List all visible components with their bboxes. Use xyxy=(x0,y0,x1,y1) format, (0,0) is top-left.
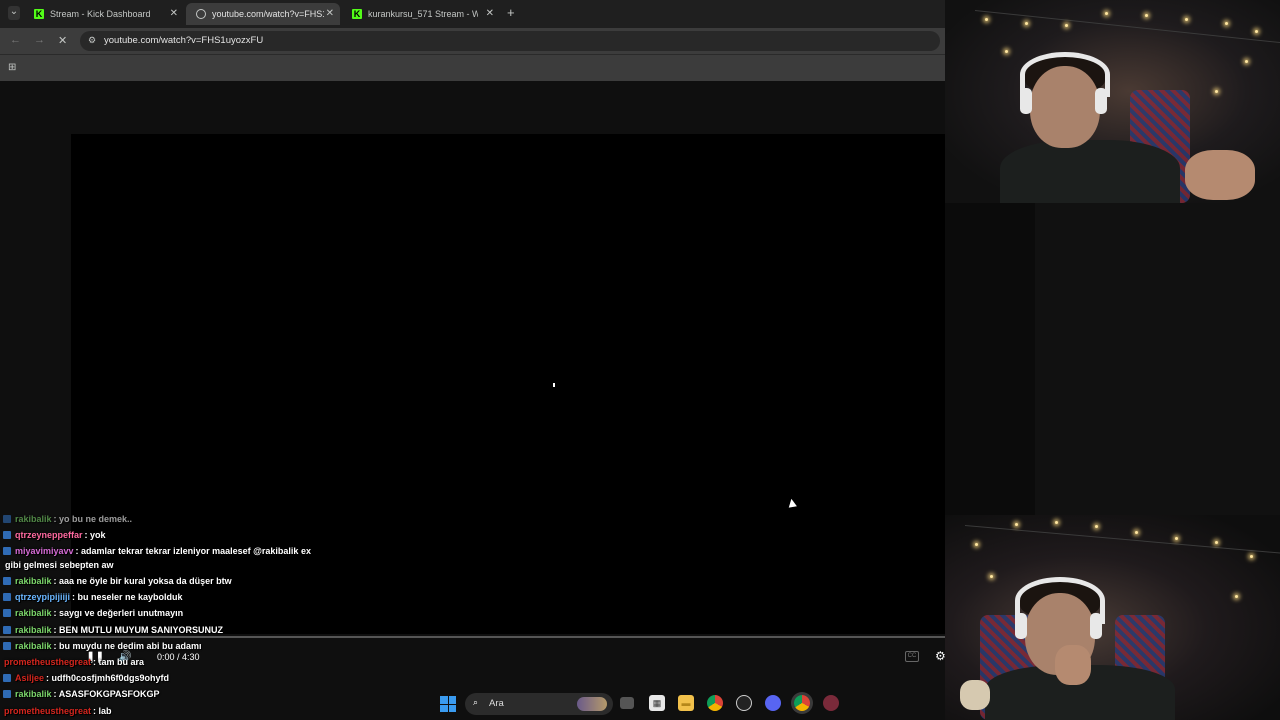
video-progress-bar[interactable] xyxy=(0,636,945,638)
badge-icon xyxy=(3,626,11,634)
store-icon[interactable]: ▦ xyxy=(649,695,665,711)
tab-search-menu-icon[interactable]: ⌄ xyxy=(8,6,20,20)
chat-message: rakibalik: aaa ne öyle bir kural yoksa d… xyxy=(0,576,232,586)
chat-text: : yo bu ne demek.. xyxy=(53,514,133,524)
badge-icon xyxy=(3,515,11,523)
chat-text: : udfh0cosfjmh6f0dgs9ohyfd xyxy=(46,673,170,683)
obs-icon[interactable] xyxy=(736,695,752,711)
tab-title: kurankursu_571 Stream - Watch xyxy=(368,9,478,19)
chat-username: qtrzeypipijiiji xyxy=(15,592,71,602)
close-icon[interactable]: ✕ xyxy=(170,8,178,19)
forward-arrow-icon[interactable]: → xyxy=(34,34,45,46)
chat-username: rakibalik xyxy=(15,608,52,618)
search-highlight-image xyxy=(577,697,607,711)
chrome-icon[interactable] xyxy=(707,695,723,711)
chat-username: rakibalik xyxy=(15,514,52,524)
badge-icon xyxy=(3,609,11,617)
site-settings-icon[interactable]: ⚙ xyxy=(88,35,96,46)
chat-text: : tam bu ara xyxy=(93,657,145,667)
chat-text: gibi gelmesi sebepten aw xyxy=(5,560,114,570)
badge-icon xyxy=(3,674,11,682)
mouse-cursor-icon: ▲ xyxy=(783,492,801,512)
chat-message: rakibalik: bu muydu ne dedim abi bu adam… xyxy=(0,641,202,651)
chat-username: qtrzeyneppeffar xyxy=(15,530,83,540)
address-url[interactable]: youtube.com/watch?v=FHS1uyozxFU xyxy=(104,35,263,46)
tab-youtube[interactable]: youtube.com/watch?v=FHS1uy ✕ xyxy=(186,3,340,25)
chat-message: rakibalik: yo bu ne demek.. xyxy=(0,514,132,524)
video-player[interactable] xyxy=(71,134,945,634)
badge-icon xyxy=(3,642,11,650)
chat-text: : bu muydu ne dedim abi bu adamı xyxy=(53,641,202,651)
chat-message: qtrzeyneppeffar: yok xyxy=(0,530,106,540)
chat-username: rakibalik xyxy=(15,641,52,651)
webcam-gap xyxy=(945,203,1280,515)
new-tab-button[interactable]: + xyxy=(507,5,515,20)
discord-icon[interactable] xyxy=(765,695,781,711)
task-view-icon[interactable] xyxy=(620,697,634,709)
kick-icon: K xyxy=(34,9,44,19)
webcam-top xyxy=(945,0,1280,203)
chat-message: rakibalik: saygı ve değerleri unutmayın xyxy=(0,608,183,618)
browser-tab-bar: ⌄ K Stream - Kick Dashboard ✕ youtube.co… xyxy=(0,0,945,28)
windows-start-icon[interactable] xyxy=(440,696,456,712)
bookmarks-bar: ⊞ xyxy=(0,54,945,81)
chat-text: : aaa ne öyle bir kural yoksa da düşer b… xyxy=(53,576,232,586)
badge-icon xyxy=(3,547,11,555)
badge-icon xyxy=(3,577,11,585)
chat-message: prometheusthegreat: tam bu ara xyxy=(0,657,144,667)
chat-message: qtrzeypipijiiji: bu neseler ne kaybolduk xyxy=(0,592,183,602)
chat-message: miyavimiyavv: adamlar tekrar tekrar izle… xyxy=(0,546,311,556)
apps-grid-icon[interactable]: ⊞ xyxy=(8,62,16,73)
app-icon[interactable] xyxy=(823,695,839,711)
stop-loading-icon[interactable]: ✕ xyxy=(58,34,67,47)
captions-icon[interactable]: CC xyxy=(905,651,919,662)
chat-text: : yok xyxy=(84,530,106,540)
chrome-active-icon[interactable] xyxy=(794,695,810,711)
webcam-bottom xyxy=(945,515,1280,720)
chat-username: prometheusthegreat xyxy=(4,657,92,667)
browser-toolbar: ← → ✕ ⚙ youtube.com/watch?v=FHS1uyozxFU xyxy=(0,28,945,54)
file-explorer-icon[interactable]: ▬ xyxy=(678,695,694,711)
chat-username: Asiljee xyxy=(15,673,45,683)
badge-icon xyxy=(3,593,11,601)
chat-username: rakibalik xyxy=(15,625,52,635)
chat-text: : adamlar tekrar tekrar izleniyor maales… xyxy=(75,546,311,556)
tab-title: youtube.com/watch?v=FHS1uy xyxy=(212,9,324,19)
taskbar-search[interactable]: ⌕ Ara xyxy=(465,693,613,715)
tab-kick-dashboard[interactable]: K Stream - Kick Dashboard ✕ xyxy=(24,3,184,25)
badge-icon xyxy=(3,531,11,539)
close-icon[interactable]: ✕ xyxy=(486,8,494,19)
chat-message: gibi gelmesi sebepten aw xyxy=(0,560,114,570)
tab-title: Stream - Kick Dashboard xyxy=(50,9,151,19)
tab-kick-stream[interactable]: K kurankursu_571 Stream - Watch ✕ xyxy=(342,3,500,25)
chat-text: : saygı ve değerleri unutmayın xyxy=(53,608,184,618)
chat-username: miyavimiyavv xyxy=(15,546,74,556)
chat-message: Asiljee: udfh0cosfjmh6f0dgs9ohyfd xyxy=(0,673,169,683)
loading-spinner-icon xyxy=(553,383,555,387)
kick-icon: K xyxy=(352,9,362,19)
address-bar[interactable]: ⚙ youtube.com/watch?v=FHS1uyozxFU xyxy=(80,31,940,51)
search-icon: ⌕ xyxy=(473,697,479,707)
back-arrow-icon[interactable]: ← xyxy=(10,34,21,46)
chat-text: : BEN MUTLU MUYUM SANIYORSUNUZ xyxy=(53,625,224,635)
chat-username: rakibalik xyxy=(15,576,52,586)
globe-icon xyxy=(196,9,206,19)
chat-message: rakibalik: BEN MUTLU MUYUM SANIYORSUNUZ xyxy=(0,625,223,635)
chat-text: : bu neseler ne kaybolduk xyxy=(72,592,183,602)
video-time: 0:00 / 4:30 xyxy=(157,652,200,662)
search-label: Ara xyxy=(489,698,504,709)
close-icon[interactable]: ✕ xyxy=(326,8,334,19)
